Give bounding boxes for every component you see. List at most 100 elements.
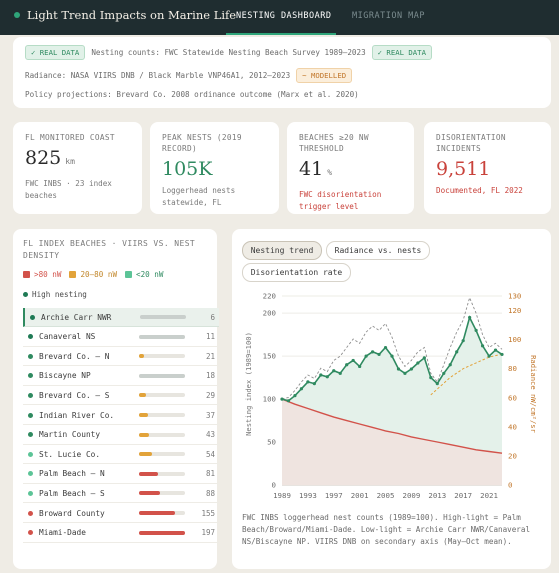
beach-row[interactable]: Indian River Co. 37 bbox=[23, 406, 219, 425]
beach-status-dot-icon bbox=[28, 334, 33, 340]
high-light-point bbox=[474, 328, 478, 332]
source-row-nesting: ✓ REAL DATA Nesting counts: FWC Statewid… bbox=[25, 45, 432, 60]
high-light-point bbox=[299, 387, 304, 391]
radiance-bar-fill bbox=[139, 432, 150, 437]
high-light-point bbox=[377, 352, 381, 357]
high-nesting-dot-icon bbox=[23, 292, 28, 297]
legend-item-mid: 20–80 nW bbox=[69, 270, 117, 279]
stat-card-coast: FL MONITORED COAST 825 km FWC INBS · 23 i… bbox=[13, 122, 142, 214]
beach-row[interactable]: Brevard Co. – N 21 bbox=[23, 347, 219, 367]
y-tick-label: 0 bbox=[272, 481, 276, 490]
beach-row[interactable]: Palm Beach – N 81 bbox=[23, 465, 219, 484]
beach-name: Martin County bbox=[39, 430, 101, 440]
radiance-bar-track bbox=[139, 413, 185, 417]
high-light-point bbox=[448, 363, 452, 367]
legend-label: <20 nW bbox=[136, 270, 164, 279]
legend-item-high: >80 nW bbox=[23, 270, 61, 279]
beach-value: 37 bbox=[205, 410, 215, 420]
radiance-bar-fill bbox=[139, 452, 152, 457]
stat-card-peak-nests: PEAK NESTS (2019 RECORD) 105K Loggerhead… bbox=[150, 122, 279, 214]
x-tick-label: 2005 bbox=[377, 491, 395, 500]
stat-number: 9,511 bbox=[436, 158, 491, 180]
stat-subtext: FWC disorientation trigger level bbox=[299, 190, 382, 211]
beach-value: 21 bbox=[205, 351, 215, 361]
y-tick-label: 50 bbox=[267, 438, 276, 447]
y-axis-label: Nesting index (1989=100) bbox=[244, 332, 253, 436]
beach-status-dot-icon bbox=[28, 432, 33, 438]
high-light-point bbox=[422, 356, 426, 360]
high-nesting-legend: High nesting bbox=[23, 290, 87, 299]
source-row-policy: Policy projections: Brevard Co. 2008 ord… bbox=[25, 90, 359, 99]
y-tick-label: 100 bbox=[263, 395, 276, 404]
y2-tick-label: 100 bbox=[508, 335, 521, 344]
modelled-badge: ~ MODELLED bbox=[296, 68, 353, 83]
y-tick-label: 150 bbox=[263, 352, 276, 361]
high-light-point bbox=[338, 371, 342, 375]
active-tab-indicator bbox=[226, 33, 336, 35]
beach-name: Archie Carr NWR bbox=[40, 312, 112, 322]
source-row-radiance: Radiance: NASA VIIRS DNB / Black Marble … bbox=[25, 68, 353, 83]
beach-name: Palm Beach – S bbox=[39, 488, 105, 498]
beach-status-dot-icon bbox=[28, 353, 33, 359]
high-light-point bbox=[468, 315, 472, 320]
beach-name: Broward County bbox=[39, 508, 105, 518]
beach-status-dot-icon bbox=[28, 451, 33, 457]
beach-value: 54 bbox=[205, 449, 215, 459]
tab-nesting-dashboard[interactable]: NESTING DASHBOARD bbox=[236, 11, 332, 21]
beach-name: Indian River Co. bbox=[39, 410, 115, 420]
x-tick-label: 1993 bbox=[299, 491, 317, 500]
brand: Light Trend Impacts on Marine Life bbox=[14, 8, 236, 22]
high-light-point bbox=[500, 352, 504, 357]
high-light-point bbox=[396, 367, 401, 371]
radiance-bar-track bbox=[139, 491, 185, 496]
beach-row[interactable]: Miami-Dade 197 bbox=[23, 524, 219, 543]
radiance-bar-fill bbox=[139, 354, 144, 359]
high-light-point bbox=[455, 350, 459, 354]
beach-row[interactable]: Broward County 155 bbox=[23, 504, 219, 523]
high-light-point bbox=[390, 354, 394, 358]
beach-row[interactable]: Biscayne NP 18 bbox=[23, 367, 219, 386]
beach-name: St. Lucie Co. bbox=[39, 449, 101, 459]
source-radiance-text: Radiance: NASA VIIRS DNB / Black Marble … bbox=[25, 71, 291, 80]
radiance-bar-track bbox=[139, 511, 185, 515]
beach-name: Brevard Co. – N bbox=[39, 351, 110, 361]
tab-migration-map[interactable]: MIGRATION MAP bbox=[352, 11, 425, 21]
beach-status-dot-icon bbox=[28, 510, 33, 516]
radiance-bar-fill bbox=[139, 315, 186, 319]
beach-status-dot-icon bbox=[28, 412, 33, 418]
y2-tick-label: 40 bbox=[508, 422, 517, 431]
high-light-point bbox=[332, 369, 336, 373]
beach-row[interactable]: Canaveral NS 11 bbox=[23, 328, 219, 347]
high-light-point bbox=[416, 361, 420, 365]
stat-card-threshold: BEACHES ≥20 NW THRESHOLD 41% FWC disorie… bbox=[287, 122, 414, 214]
radiance-bar-track bbox=[139, 315, 186, 319]
beach-row[interactable]: Palm Beach – S 88 bbox=[23, 484, 219, 504]
stat-subtext: FWC INBS · 23 index beaches bbox=[25, 179, 112, 200]
y2-tick-label: 80 bbox=[508, 364, 517, 373]
y-tick-label: 220 bbox=[263, 292, 276, 301]
y2-tick-label: 130 bbox=[508, 292, 521, 301]
beach-value: 6 bbox=[210, 312, 215, 322]
stat-subtext: Loggerhead nests statewide, FL bbox=[162, 186, 236, 207]
radiance-legend: >80 nW 20–80 nW <20 nW bbox=[23, 270, 171, 279]
beach-status-dot-icon bbox=[28, 373, 33, 379]
legend-label: >80 nW bbox=[34, 270, 62, 279]
high-light-point bbox=[358, 364, 362, 369]
beach-row[interactable]: Martin County 43 bbox=[23, 426, 219, 445]
radiance-bar-track bbox=[139, 432, 185, 437]
beach-row[interactable]: St. Lucie Co. 54 bbox=[23, 445, 219, 465]
beach-row[interactable]: Brevard Co. – S 29 bbox=[23, 386, 219, 406]
real-data-badge: ✓ REAL DATA bbox=[371, 45, 432, 60]
high-light-point bbox=[429, 376, 433, 380]
stat-number: 825 bbox=[25, 147, 62, 169]
stat-value: 41% bbox=[299, 158, 402, 184]
radiance-bar-fill bbox=[139, 491, 160, 496]
high-light-point bbox=[493, 348, 498, 352]
beach-value: 43 bbox=[205, 430, 215, 440]
stat-unit: % bbox=[327, 168, 333, 177]
source-policy-text: Policy projections: Brevard Co. 2008 ord… bbox=[25, 90, 359, 99]
y-tick-label: 200 bbox=[263, 309, 276, 318]
beach-value: 11 bbox=[205, 332, 215, 342]
high-light-point bbox=[442, 371, 446, 375]
beach-row[interactable]: Archie Carr NWR 6 bbox=[23, 308, 219, 327]
